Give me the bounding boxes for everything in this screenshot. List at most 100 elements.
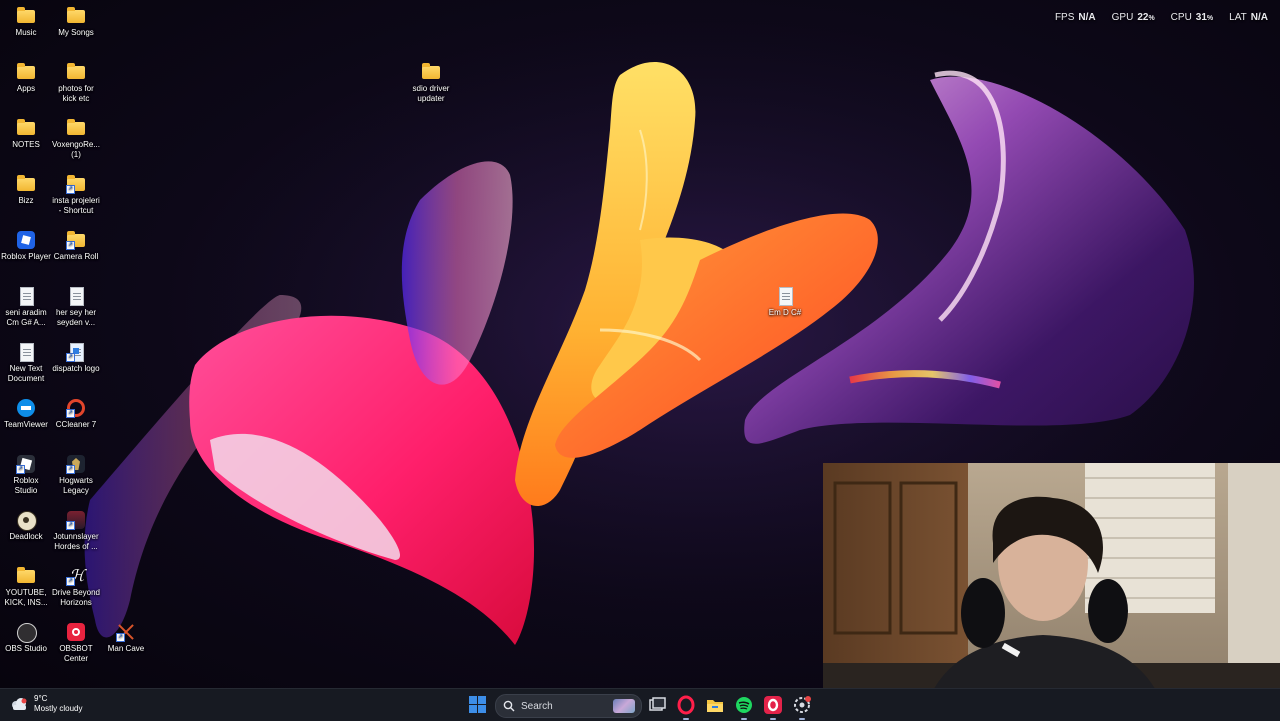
desktop-icon-obs-studio[interactable]: OBS Studio [0,622,52,654]
desktop-icon-youtube-kick[interactable]: YOUTUBE, KICK, INS... [0,566,52,608]
cloud-icon [10,698,28,710]
folder-icon [16,566,36,586]
file-explorer-button[interactable] [704,694,726,716]
drive-beyond-horizons-icon: ℋ ↗ [66,566,85,586]
text-document-icon [775,286,795,306]
icon-label: OBS Studio [5,644,47,653]
desktop-icon-teamviewer[interactable]: TeamViewer [0,398,52,430]
desktop-icon-em-d-c-sharp[interactable]: Em D C# [759,286,811,318]
icon-label-line1: Drive Beyond [51,588,101,597]
folder-icon [16,62,36,82]
icon-label: NOTES [12,140,40,149]
icon-label: Man Cave [107,644,145,653]
search-icon [503,700,515,712]
desktop-icon-her-sey-her[interactable]: her sey her seyden v... [50,286,102,328]
desktop-icon-photos-for-kick[interactable]: photos for kick etc [50,62,102,104]
task-view-button[interactable] [646,694,668,716]
icon-label-line2: Hordes of ... [54,542,98,551]
desktop-icon-new-text-document[interactable]: New Text Document [0,342,52,384]
performance-overlay: FPS N/A GPU 22% CPU 31% LAT N/A [1055,12,1268,23]
icon-label: Bizz [18,196,34,205]
search-highlight-image [613,699,635,713]
ccleaner-icon: ↗ [66,398,86,418]
steelseries-button[interactable] [791,694,813,720]
icon-label-line1: OBSBOT [59,644,93,653]
icon-label: Camera Roll [53,252,99,261]
desktop-icon-notes[interactable]: NOTES [0,118,52,150]
icon-label-line1: seni aradim [5,308,47,317]
text-document-icon [16,342,36,362]
opera-gx-button[interactable] [675,694,697,720]
desktop-icon-ccleaner[interactable]: ↗ CCleaner 7 [50,398,102,430]
deadlock-icon [16,510,37,531]
task-view-icon [649,697,666,711]
spotify-button[interactable] [733,694,755,720]
desktop-icon-drive-beyond-horizons[interactable]: ℋ ↗ Drive Beyond Horizons [50,566,102,608]
roblox-player-icon [16,230,36,250]
desktop-icon-my-songs[interactable]: My Songs [50,6,102,38]
hogwarts-legacy-icon: ↗ [66,454,86,474]
icon-label: TeamViewer [4,420,48,429]
icon-label: Apps [16,84,36,93]
desktop-icon-deadlock[interactable]: Deadlock [0,510,52,542]
icon-label-line1: Hogwarts [59,476,93,485]
gpu-stat: GPU 22% [1112,12,1155,23]
taskbar-search[interactable]: Search [495,694,642,718]
desktop-icon-camera-roll[interactable]: ↗ Camera Roll [50,230,102,262]
folder-icon [66,118,86,138]
desktop-icon-insta-projeleri[interactable]: ↗ insta projeleri - Shortcut [50,174,102,216]
start-button[interactable] [469,696,486,713]
desktop-icon-sdio-driver-updater[interactable]: sdio driver updater [405,62,457,104]
cpu-label: CPU [1170,12,1192,23]
folder-icon [66,62,86,82]
desktop-icon-roblox-studio[interactable]: ↗ Roblox Studio [0,454,52,496]
icon-label-line2: Horizons [60,598,92,607]
windows-logo-icon [469,696,486,713]
weather-temp: 9°C [34,694,48,703]
fps-label: FPS [1054,12,1075,23]
icon-label-line1: VoxengoRe... [51,140,101,149]
icon-label-line2: (1) [71,150,81,159]
opera-gx-icon [677,695,695,715]
cpu-stat: CPU 31% [1171,12,1213,23]
icon-label: Em D C# [768,308,802,317]
icon-label: CCleaner 7 [55,420,97,429]
text-document-icon [66,286,86,306]
weather-desc: Mostly cloudy [34,704,83,713]
desktop-icon-seni-aradim[interactable]: seni aradim Cm G# A... [0,286,52,328]
desktop-icon-apps[interactable]: Apps [0,62,52,94]
folder-icon [421,62,441,82]
lat-stat: LAT N/A [1229,12,1268,23]
icon-label-line1: photos for [58,84,94,93]
folder-icon [16,118,36,138]
obsbot-center-icon [66,622,86,642]
desktop-icon-roblox-player[interactable]: Roblox Player [0,230,52,262]
desktop-icon-music[interactable]: Music [0,6,52,38]
roblox-studio-icon: ↗ [16,454,36,474]
icon-label-line2: KICK, INS... [4,598,48,607]
icon-label: Deadlock [9,532,43,541]
icon-label-line1: Roblox [13,476,39,485]
icon-label-line2: updater [417,94,445,103]
icon-label-line1: New Text [9,364,43,373]
desktop-icon-man-cave[interactable]: ↗ Man Cave [100,622,152,654]
taskbar: 9°C Mostly cloudy Search [0,688,1280,721]
desktop-icon-hogwarts-legacy[interactable]: ↗ Hogwarts Legacy [50,454,102,496]
lat-value: N/A [1250,12,1268,23]
folder-icon [16,6,36,26]
icon-label: Music [15,28,37,37]
cpu-value: 31 [1195,12,1207,23]
text-document-icon [16,286,36,306]
desktop-icon-voxengore[interactable]: VoxengoRe... (1) [50,118,102,160]
folder-icon [16,174,36,194]
desktop-icon-dispatch-logo[interactable]: ↗ dispatch logo [50,342,102,374]
desktop-icon-jotunnslayer[interactable]: ↗ Jotunnslayer Hordes of ... [50,510,102,552]
opera-button[interactable] [762,694,784,720]
icon-label-line2: Legacy [63,486,89,495]
desktop-icon-bizz[interactable]: Bizz [0,174,52,206]
gpu-value: 22 [1137,12,1149,23]
desktop-icon-obsbot-center[interactable]: OBSBOT Center [50,622,102,664]
weather-widget[interactable]: 9°C Mostly cloudy [10,694,82,714]
icon-label-line2: Studio [14,486,38,495]
fps-stat: FPS N/A [1055,12,1096,23]
